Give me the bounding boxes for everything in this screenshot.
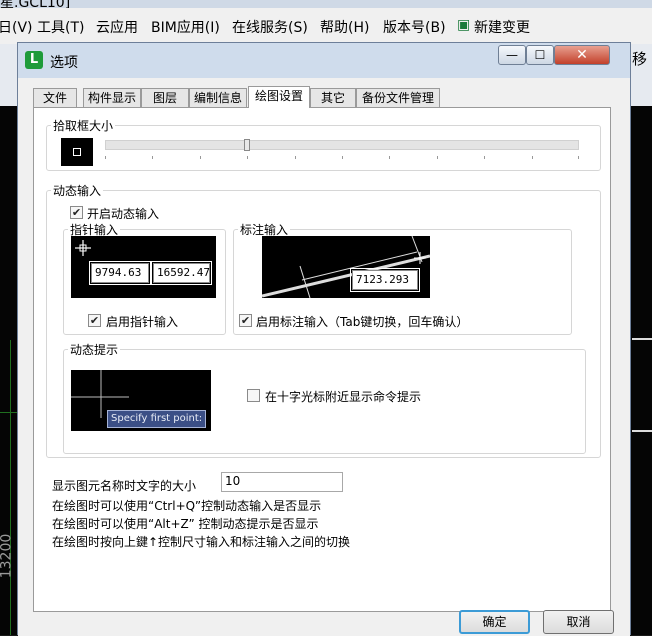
minimize-button[interactable]: — — [498, 45, 526, 65]
dimension-input-preview: 7123.293 — [262, 236, 430, 298]
background-axis-line — [0, 412, 18, 413]
background-dimension-label: 13200 — [0, 533, 15, 579]
enable-pointer-input-label: 启用指针输入 — [106, 315, 179, 329]
pointer-y-value: 16592.475 — [151, 261, 217, 285]
background-drawing-line — [632, 430, 652, 432]
show-command-prompt-label: 在十字光标附近显示命令提示 — [265, 390, 422, 404]
tab-layers[interactable]: 图层 — [141, 88, 189, 107]
background-window-titlebar: 星.GCL10] — [0, 0, 652, 8]
enable-dynamic-input-label: 开启动态输入 — [87, 207, 160, 221]
options-dialog: L 选项 — ☐ ✕ 文件 构件显示 图层 编制信息 绘图设置 其它 备份文件管… — [17, 42, 631, 636]
tab-other[interactable]: 其它 — [310, 88, 356, 107]
dynamic-input-label: 动态输入 — [51, 182, 104, 199]
tip-ctrl-q: 在绘图时可以使用“Ctrl+Q”控制动态输入是否显示 — [52, 499, 322, 513]
dynamic-prompt-group: 动态提示 Specify first point: 在十字光标附近显示命令提示 — [63, 341, 586, 454]
maximize-button[interactable]: ☐ — [526, 45, 554, 65]
menu-bim[interactable]: BIM应用(I) — [151, 17, 220, 37]
dimension-input-group: 标注输入 7123.293 ✔ 启用标注输入（Tab键切换，回车确认） — [233, 221, 572, 335]
pick-box-slider-thumb[interactable] — [244, 139, 251, 151]
dialog-title: 选项 — [50, 55, 78, 71]
background-toolbar-fragment: 移 — [632, 50, 648, 68]
menu-view[interactable]: 日(V) — [0, 17, 33, 37]
pick-box-group: 拾取框大小 — [46, 117, 601, 171]
pick-box-label: 拾取框大小 — [51, 117, 116, 134]
dynamic-prompt-label: 动态提示 — [68, 341, 121, 358]
dimension-value: 7123.293 — [350, 268, 420, 292]
enable-dynamic-input-checkbox[interactable]: ✔ — [70, 206, 83, 219]
app-logo-icon: L — [25, 51, 43, 69]
dynamic-prompt-preview: Specify first point: — [71, 370, 211, 431]
pick-box-slider-ticks — [105, 156, 579, 160]
menu-online-service[interactable]: 在线服务(S) — [232, 17, 308, 37]
crosshair-icon — [75, 240, 91, 256]
drawing-settings-panel: 拾取框大小 动态输入 ✔ 开启动态输入 指针输入 9794.63 16592.4… — [33, 107, 611, 612]
pick-box-preview — [61, 138, 93, 166]
new-change-icon: ▣ — [457, 17, 471, 33]
tab-drawing-settings[interactable]: 绘图设置 — [248, 86, 310, 108]
enable-dimension-input-checkbox[interactable]: ✔ — [239, 314, 252, 327]
dialog-titlebar[interactable]: L 选项 — ☐ ✕ — [18, 43, 630, 79]
dynamic-input-group: 动态输入 ✔ 开启动态输入 指针输入 9794.63 16592.475 ✔ 启… — [46, 182, 601, 458]
menu-help[interactable]: 帮助(H) — [320, 17, 369, 37]
menu-tools[interactable]: 工具(T) — [37, 17, 84, 37]
tab-file[interactable]: 文件 — [33, 88, 77, 107]
tab-component-display[interactable]: 构件显示 — [83, 88, 141, 107]
background-menubar: 日(V) 工具(T) 云应用 BIM应用(I) 在线服务(S) 帮助(H) 版本… — [0, 8, 652, 45]
pick-box-slider-track[interactable] — [105, 140, 579, 150]
command-prompt-preview-text: Specify first point: — [107, 410, 207, 428]
enable-dimension-input-label: 启用标注输入（Tab键切换，回车确认） — [256, 315, 469, 329]
tip-arrow-up: 在绘图时按向上鍵↑控制尺寸输入和标注输入之间的切换 — [52, 535, 351, 549]
pointer-x-value: 9794.63 — [89, 261, 151, 285]
pick-box-square-icon — [73, 148, 81, 156]
tip-alt-z: 在绘图时可以使用“Alt+Z” 控制动态提示是否显示 — [52, 517, 319, 531]
background-drawing-line — [632, 338, 652, 340]
enable-pointer-input-checkbox[interactable]: ✔ — [88, 314, 101, 327]
background-window-title: 星.GCL10] — [0, 0, 71, 8]
pointer-input-preview: 9794.63 16592.475 — [71, 236, 217, 298]
pointer-input-group: 指针输入 9794.63 16592.475 ✔ 启用指针输入 — [63, 221, 226, 335]
menu-new-change[interactable]: 新建变更 — [474, 17, 530, 37]
show-command-prompt-checkbox[interactable] — [247, 389, 260, 402]
checkmark-icon: ✔ — [71, 206, 82, 219]
name-text-size-input[interactable]: 10 — [221, 472, 343, 492]
dialog-body: 文件 构件显示 图层 编制信息 绘图设置 其它 备份文件管理 拾取框大小 动态输… — [18, 78, 630, 636]
menu-version[interactable]: 版本号(B) — [383, 17, 446, 37]
cancel-button[interactable]: 取消 — [543, 610, 614, 634]
tab-compile-info[interactable]: 编制信息 — [189, 88, 247, 107]
tab-backup-files[interactable]: 备份文件管理 — [356, 88, 440, 107]
checkmark-icon: ✔ — [240, 314, 251, 327]
menu-cloud[interactable]: 云应用 — [96, 17, 138, 37]
ok-button[interactable]: 确定 — [459, 610, 530, 634]
checkmark-icon: ✔ — [89, 314, 100, 327]
background-axis-line — [10, 340, 11, 635]
name-text-size-label: 显示图元名称时文字的大小 — [52, 479, 197, 493]
close-button[interactable]: ✕ — [554, 45, 610, 65]
